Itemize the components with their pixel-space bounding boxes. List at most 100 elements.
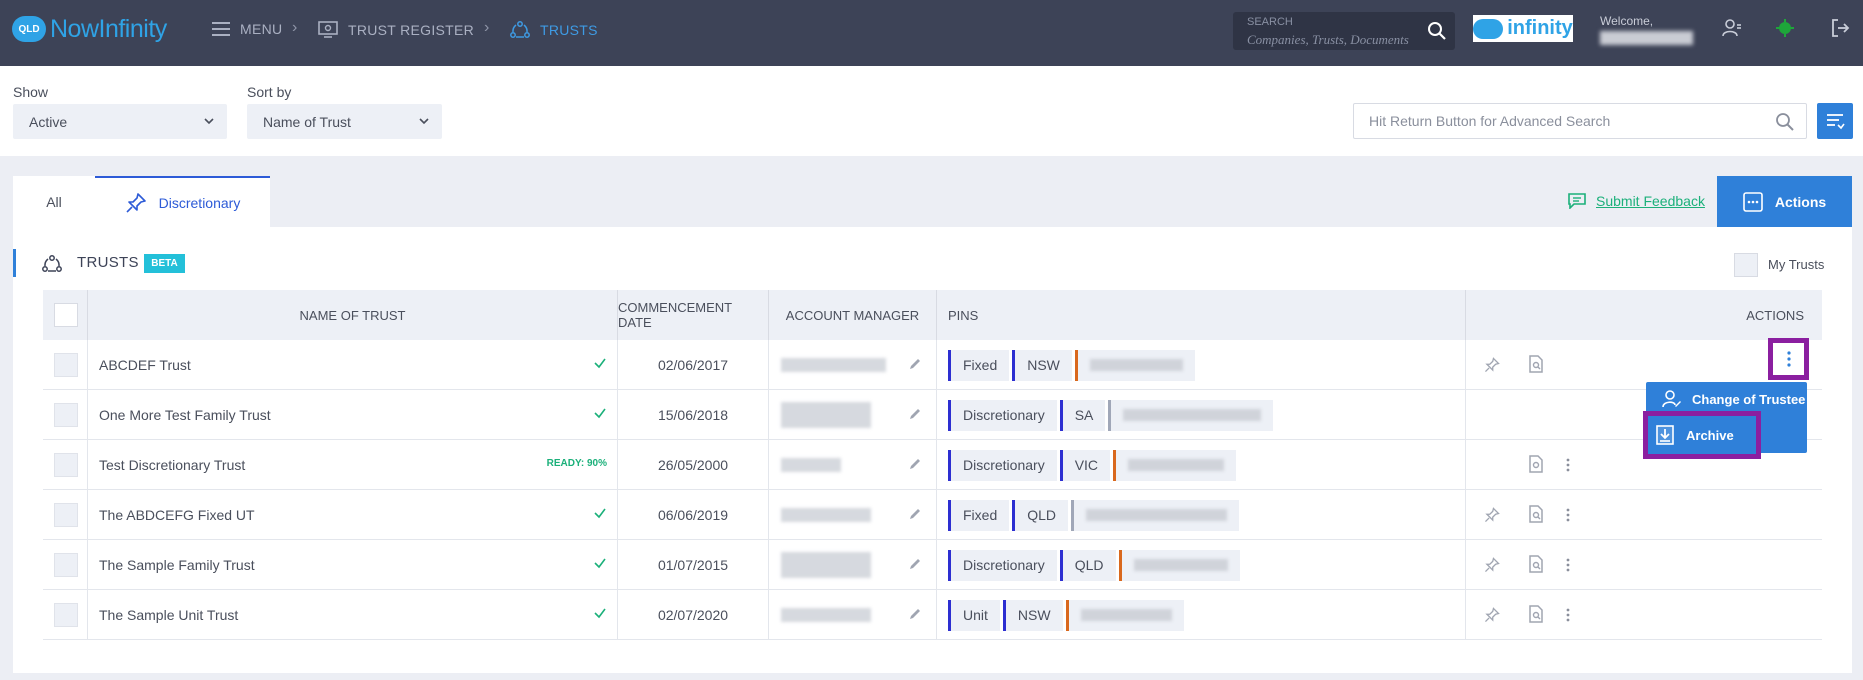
tab-discretionary[interactable]: Discretionary — [95, 176, 270, 227]
pin-tag[interactable]: Discretionary — [948, 449, 1057, 481]
pin-tag[interactable]: Unit — [948, 599, 1000, 631]
pin-tag[interactable]: QLD — [1012, 499, 1069, 531]
sort-select[interactable]: Name of Trust — [247, 104, 442, 139]
pins-list: Fixed NSW — [937, 349, 1195, 381]
pin-tag[interactable]: NSW — [1012, 349, 1072, 381]
trust-name[interactable]: The Sample Unit Trust — [88, 607, 238, 623]
app-logo[interactable]: QLD NowInfinity — [12, 14, 167, 44]
row-more-button-highlighted[interactable] — [1768, 338, 1809, 380]
global-search[interactable]: SEARCH Companies, Trusts, Documents — [1233, 12, 1455, 50]
trust-name[interactable]: The ABDCEFG Fixed UT — [88, 507, 255, 523]
pencil-icon[interactable] — [908, 457, 922, 471]
date-cell: 26/05/2000 — [618, 440, 769, 490]
pin-tag[interactable]: VIC — [1059, 449, 1111, 481]
pin-tag-redacted[interactable] — [1071, 499, 1240, 531]
pin-tag[interactable]: NSW — [1002, 599, 1063, 631]
row-checkbox-cell — [43, 340, 88, 390]
status-online-icon[interactable] — [1775, 18, 1795, 38]
row-checkbox-cell — [43, 490, 88, 540]
trust-name[interactable]: Test Discretionary Trust — [88, 457, 245, 473]
row-checkbox[interactable] — [54, 353, 78, 377]
pin-tag[interactable]: QLD — [1059, 549, 1116, 581]
row-more-button[interactable] — [1558, 504, 1578, 526]
trust-name-cell[interactable]: The ABDCEFG Fixed UT — [88, 490, 618, 540]
manager-name-redacted — [781, 358, 886, 372]
submit-feedback-link[interactable]: Submit Feedback — [1568, 193, 1705, 209]
row-more-button[interactable] — [1558, 604, 1578, 626]
advanced-search-field[interactable] — [1353, 103, 1807, 139]
row-checkbox[interactable] — [54, 503, 78, 527]
breadcrumb-separator: › — [484, 19, 490, 36]
view-document-icon[interactable] — [1528, 355, 1544, 373]
trust-name-cell[interactable]: Test Discretionary Trust READY: 90% — [88, 440, 618, 490]
view-document-icon[interactable] — [1528, 555, 1544, 573]
column-header-date[interactable]: COMMENCEMENT DATE — [618, 290, 769, 340]
pin-tag-redacted[interactable] — [1113, 449, 1237, 481]
pencil-icon[interactable] — [908, 407, 922, 421]
more-vertical-icon — [1566, 558, 1570, 572]
table-row[interactable]: Test Discretionary Trust READY: 90% 26/0… — [43, 440, 1822, 490]
row-checkbox[interactable] — [54, 603, 78, 627]
pin-tag-redacted[interactable] — [1118, 549, 1240, 581]
pin-tag[interactable]: Fixed — [948, 499, 1010, 531]
tab-all[interactable]: All — [13, 176, 95, 227]
row-checkbox[interactable] — [54, 403, 78, 427]
pin-tag[interactable]: SA — [1059, 399, 1106, 431]
row-more-button[interactable] — [1558, 454, 1578, 476]
pencil-icon[interactable] — [908, 607, 922, 621]
user-settings-icon[interactable] — [1722, 18, 1742, 38]
column-header-name[interactable]: NAME OF TRUST — [88, 290, 618, 340]
pin-tag-redacted[interactable] — [1108, 399, 1274, 431]
check-icon — [594, 408, 606, 419]
advanced-search-input[interactable] — [1354, 104, 1754, 138]
logout-icon[interactable] — [1830, 18, 1850, 38]
menu-button[interactable]: MENU — [212, 21, 282, 37]
pin-tag[interactable]: Discretionary — [948, 549, 1057, 581]
advanced-search-button[interactable] — [1817, 103, 1853, 139]
select-all-checkbox[interactable] — [54, 303, 78, 327]
trust-name[interactable]: The Sample Family Trust — [88, 557, 255, 573]
pin-tag[interactable]: Fixed — [948, 349, 1010, 381]
breadcrumb-trusts[interactable]: TRUSTS — [510, 21, 598, 39]
trust-name[interactable]: One More Test Family Trust — [88, 407, 271, 423]
table-row[interactable]: The ABDCEFG Fixed UT 06/06/2019 Fixed QL… — [43, 490, 1822, 540]
trust-name-cell[interactable]: ABCDEF Trust — [88, 340, 618, 390]
show-select[interactable]: Active — [13, 104, 227, 139]
table-row[interactable]: The Sample Unit Trust 02/07/2020 Unit NS… — [43, 590, 1822, 640]
row-checkbox[interactable] — [54, 453, 78, 477]
date-cell: 02/06/2017 — [618, 340, 769, 390]
search-icon[interactable] — [1775, 112, 1795, 132]
pencil-icon[interactable] — [908, 357, 922, 371]
row-more-button[interactable] — [1558, 554, 1578, 576]
pin-icon[interactable] — [1484, 357, 1500, 373]
chevron-down-icon — [419, 118, 429, 125]
check-icon — [594, 608, 606, 619]
view-document-icon[interactable] — [1528, 505, 1544, 523]
breadcrumb-trust-register[interactable]: TRUST REGISTER — [318, 21, 474, 39]
trust-name-cell[interactable]: One More Test Family Trust — [88, 390, 618, 440]
pin-icon[interactable] — [1484, 557, 1500, 573]
row-checkbox[interactable] — [54, 553, 78, 577]
trust-name-cell[interactable]: The Sample Family Trust — [88, 540, 618, 590]
table-row[interactable]: ABCDEF Trust 02/06/2017 Fixed NSW — [43, 340, 1822, 390]
pin-icon[interactable] — [1484, 607, 1500, 623]
pin-icon[interactable] — [1484, 507, 1500, 523]
pin-tag-redacted[interactable] — [1074, 349, 1195, 381]
actions-button[interactable]: Actions — [1717, 176, 1852, 227]
menu-item-archive[interactable]: Archive — [1643, 411, 1761, 459]
view-document-icon[interactable] — [1528, 605, 1544, 623]
pin-tag[interactable]: Discretionary — [948, 399, 1057, 431]
search-icon[interactable] — [1427, 21, 1447, 41]
pin-tag-redacted[interactable] — [1065, 599, 1184, 631]
table-row[interactable]: One More Test Family Trust 15/06/2018 Di… — [43, 390, 1822, 440]
pins-cell: Discretionary QLD — [937, 540, 1466, 590]
column-header-manager[interactable]: ACCOUNT MANAGER — [769, 290, 937, 340]
trust-name[interactable]: ABCDEF Trust — [88, 357, 191, 373]
pencil-icon[interactable] — [908, 557, 922, 571]
view-document-icon[interactable] — [1528, 455, 1544, 473]
trust-name-cell[interactable]: The Sample Unit Trust — [88, 590, 618, 640]
table-row[interactable]: The Sample Family Trust 01/07/2015 Discr… — [43, 540, 1822, 590]
my-trusts-checkbox[interactable] — [1734, 253, 1758, 277]
more-horizontal-icon — [1743, 191, 1763, 212]
pencil-icon[interactable] — [908, 507, 922, 521]
